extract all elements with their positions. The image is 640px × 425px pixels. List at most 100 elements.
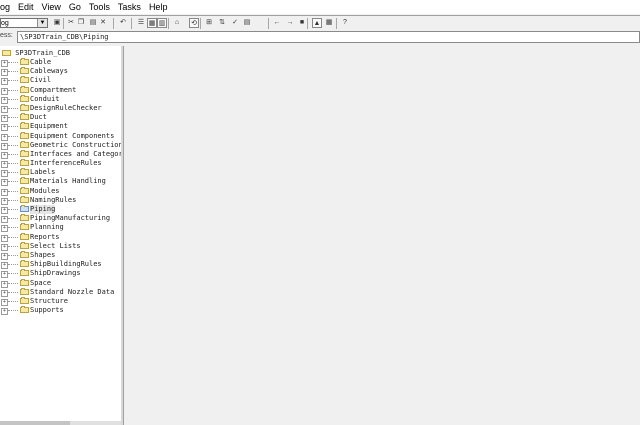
tree-item-label: Interfaces and Categor: [30, 149, 122, 158]
tree-connector: [8, 62, 18, 63]
expand-icon[interactable]: +: [1, 60, 8, 67]
tree-connector: [8, 199, 18, 201]
menu-item-og[interactable]: og: [0, 0, 14, 14]
menu-item-help[interactable]: Help: [145, 0, 172, 14]
lock-icon[interactable]: ■: [297, 18, 307, 28]
folder-icon: [20, 113, 29, 121]
check-icon[interactable]: ✓: [230, 18, 240, 28]
back-arrow-icon[interactable]: ←: [272, 18, 282, 28]
tree-item-label: PipingManufacturing: [30, 214, 111, 223]
folder-up-icon[interactable]: ▲: [312, 18, 322, 28]
expand-icon[interactable]: +: [1, 271, 8, 279]
scrollbar-thumb[interactable]: [0, 421, 70, 425]
expand-icon[interactable]: +: [1, 234, 8, 242]
toolbar-separator: [200, 18, 201, 29]
tree-item-label: Modules: [30, 186, 60, 195]
save-icon[interactable]: ▣: [52, 18, 62, 28]
folder-icon: [20, 94, 29, 102]
forward-arrow-icon[interactable]: →: [285, 18, 295, 28]
view-details-icon[interactable]: ▦: [147, 18, 157, 28]
expand-icon[interactable]: +: [1, 170, 8, 178]
tree-item-label: Materials Handling: [30, 177, 106, 186]
undo-icon[interactable]: ↶: [118, 18, 128, 28]
info-icon[interactable]: ▦: [324, 18, 334, 28]
expand-icon[interactable]: +: [1, 308, 8, 316]
tree-connector: [8, 126, 18, 128]
tree-connector: [8, 273, 18, 275]
expand-icon[interactable]: +: [1, 142, 8, 150]
cut-icon[interactable]: ✂: [66, 18, 76, 28]
view-grid-icon[interactable]: ▥: [157, 18, 167, 28]
expand-icon[interactable]: +: [1, 252, 8, 260]
expand-icon[interactable]: +: [1, 207, 8, 214]
tree-connector: [8, 71, 18, 73]
expand-icon[interactable]: +: [1, 96, 8, 104]
tree-connector: [8, 209, 18, 210]
tree-item-label: Structure: [30, 296, 68, 305]
folder-icon: [20, 58, 29, 65]
expand-icon[interactable]: +: [1, 243, 8, 251]
content-pane[interactable]: [123, 46, 640, 425]
expand-icon[interactable]: +: [1, 216, 8, 224]
folder-icon: [20, 241, 29, 249]
expand-icon[interactable]: +: [1, 151, 8, 159]
menu-item-tools[interactable]: Tools: [85, 0, 114, 14]
sort-icon[interactable]: ⇅: [217, 18, 227, 28]
tree-connector: [8, 218, 18, 220]
expand-icon[interactable]: +: [1, 280, 8, 288]
refresh-icon[interactable]: ⟲: [189, 18, 199, 28]
toolbar-combo[interactable]: og ▼: [0, 18, 48, 28]
tree-connector: [8, 163, 18, 165]
help-icon[interactable]: ?: [340, 18, 350, 28]
address-input[interactable]: \SP3DTrain_CDB\Piping: [17, 31, 640, 43]
toolbar-separator: [131, 18, 132, 29]
tree-connector: [8, 236, 18, 238]
tag-icon[interactable]: ▤: [242, 18, 252, 28]
tree-item-label: Standard Nozzle Data: [30, 287, 115, 296]
expand-icon[interactable]: +: [1, 188, 8, 196]
expand-icon[interactable]: +: [1, 262, 8, 270]
expand-icon[interactable]: +: [1, 105, 8, 113]
tree-connector: [8, 135, 18, 137]
filter-icon[interactable]: ⊞: [204, 18, 214, 28]
expand-icon[interactable]: +: [1, 87, 8, 95]
expand-icon[interactable]: +: [1, 298, 8, 306]
tree-root-label: SP3DTrain_CDB: [15, 49, 71, 57]
menu-item-go[interactable]: Go: [65, 0, 85, 14]
tree-item-label: Cable: [30, 58, 52, 66]
expand-icon[interactable]: +: [1, 179, 8, 187]
expand-icon[interactable]: +: [1, 115, 8, 123]
expand-icon[interactable]: +: [1, 289, 8, 297]
paste-icon[interactable]: ▤: [88, 18, 98, 28]
properties-icon[interactable]: ⌂: [172, 18, 182, 28]
expand-icon[interactable]: +: [1, 69, 8, 77]
menu-item-tasks[interactable]: Tasks: [114, 0, 145, 14]
tree-connector: [8, 153, 18, 155]
menu-item-view[interactable]: View: [38, 0, 65, 14]
tree-item-label: Civil: [30, 76, 52, 85]
expand-icon[interactable]: +: [1, 197, 8, 205]
chevron-down-icon[interactable]: ▼: [37, 19, 47, 27]
folder-icon: [20, 232, 29, 240]
address-bar: ess: \SP3DTrain_CDB\Piping: [0, 31, 640, 44]
folder-icon: [20, 177, 29, 185]
copy-icon[interactable]: ❐: [76, 18, 86, 28]
expand-icon[interactable]: +: [1, 161, 8, 169]
expand-icon[interactable]: +: [1, 124, 8, 132]
view-list-icon[interactable]: ☰: [136, 18, 146, 28]
expand-icon[interactable]: +: [1, 78, 8, 86]
tree-item-label: Labels: [30, 168, 56, 177]
folder-icon: [20, 306, 29, 314]
expand-icon[interactable]: +: [1, 225, 8, 233]
tree-item-label: Conduit: [30, 94, 60, 103]
tree-root[interactable]: SP3DTrain_CDB: [0, 48, 70, 58]
tree-pane[interactable]: SP3DTrain_CDB + Cable + Cableways + Civil + Com…: [0, 46, 122, 425]
tree-item-label: NamingRules: [30, 195, 77, 204]
folder-icon: [20, 76, 29, 84]
menu-item-edit[interactable]: Edit: [14, 0, 38, 14]
toolbar: og ▼ ▣ ✂ ❐ ▤ ✕ ↶ ☰ ▦ ▥ ⌂ ⟲ ⊞ ⇅ ✓ ▤ ← → ■ ▲ ▦?: [0, 15, 640, 32]
expand-icon[interactable]: +: [1, 133, 8, 141]
toolbar-separator: [336, 18, 337, 29]
horizontal-scrollbar[interactable]: [0, 421, 121, 425]
delete-icon[interactable]: ✕: [98, 18, 108, 28]
